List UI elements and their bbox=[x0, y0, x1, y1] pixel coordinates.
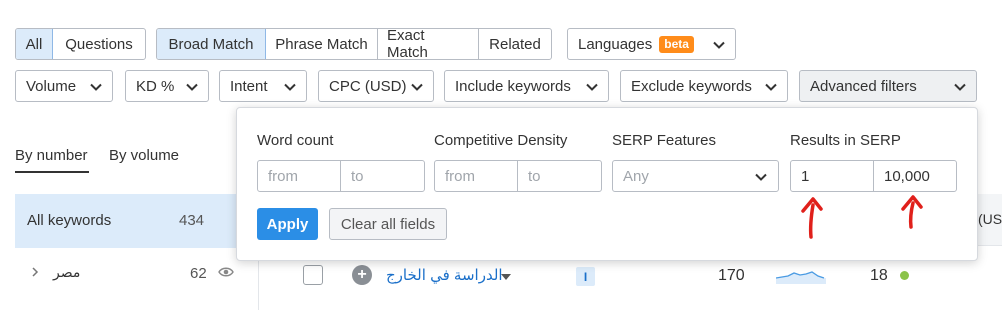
chevron-down-icon bbox=[90, 83, 102, 91]
intent-filter[interactable]: Intent bbox=[219, 70, 307, 102]
cpc-filter[interactable]: CPC (USD) bbox=[318, 70, 434, 102]
tab-related[interactable]: Related bbox=[479, 29, 551, 59]
advanced-filters-dropdown[interactable]: Advanced filters bbox=[799, 70, 977, 102]
chevron-down-icon bbox=[284, 83, 296, 91]
annotation-arrow-icon bbox=[801, 197, 823, 239]
intent-badge: I bbox=[576, 267, 595, 286]
active-tab-underline bbox=[15, 171, 89, 173]
tab-phrase-match[interactable]: Phrase Match bbox=[266, 29, 378, 59]
sidebar-item-group[interactable]: مصر 62 bbox=[15, 250, 249, 310]
volume-filter-label: Volume bbox=[26, 77, 77, 95]
include-keywords-filter[interactable]: Include keywords bbox=[444, 70, 609, 102]
sidebar-item-all-keywords[interactable]: All keywords 434 bbox=[15, 194, 249, 248]
kd-filter-label: KD % bbox=[136, 77, 175, 95]
word-count-label: Word count bbox=[257, 132, 334, 149]
sidebar-item-count: 62 bbox=[190, 265, 207, 282]
exclude-keywords-filter[interactable]: Exclude keywords bbox=[620, 70, 788, 102]
languages-label: Languages bbox=[578, 35, 653, 53]
tab-broad-match[interactable]: Broad Match bbox=[157, 29, 266, 59]
serp-features-label: SERP Features bbox=[612, 132, 716, 149]
tab-exact-match[interactable]: Exact Match bbox=[378, 29, 479, 59]
sidebar-item-count: 434 bbox=[179, 212, 205, 229]
trend-sparkline bbox=[776, 271, 826, 284]
competitive-density-from-input[interactable]: from bbox=[434, 160, 518, 192]
caret-down-icon[interactable] bbox=[500, 273, 512, 281]
kd-filter[interactable]: KD % bbox=[125, 70, 209, 102]
serp-features-select[interactable]: Any bbox=[612, 160, 779, 192]
kd-value: 18 bbox=[870, 267, 888, 284]
word-count-from-input[interactable]: from bbox=[257, 160, 341, 192]
competitive-density-to-input[interactable]: to bbox=[517, 160, 602, 192]
competitive-density-label: Competitive Density bbox=[434, 132, 568, 149]
add-keyword-icon[interactable]: + bbox=[352, 265, 372, 285]
tab-by-volume[interactable]: By volume bbox=[109, 147, 179, 164]
tab-by-number[interactable]: By number bbox=[15, 147, 88, 164]
chevron-down-icon bbox=[411, 83, 423, 91]
chevron-up-icon bbox=[954, 83, 966, 91]
chevron-down-icon bbox=[586, 83, 598, 91]
exclude-keywords-label: Exclude keywords bbox=[631, 77, 752, 95]
beta-badge: beta bbox=[659, 35, 694, 53]
annotation-arrow-icon bbox=[901, 195, 923, 229]
results-in-serp-from-input[interactable]: 1 bbox=[790, 160, 874, 192]
row-checkbox[interactable] bbox=[303, 265, 323, 285]
sidebar-item-label: All keywords bbox=[27, 212, 112, 229]
volume-value: 170 bbox=[718, 267, 745, 284]
match-scope-tabs: All Questions bbox=[15, 28, 146, 60]
apply-button[interactable]: Apply bbox=[257, 208, 318, 240]
match-type-tabs: Broad Match Phrase Match Exact Match Rel… bbox=[156, 28, 552, 60]
languages-dropdown[interactable]: Languages beta bbox=[567, 28, 736, 60]
eye-icon[interactable] bbox=[218, 266, 234, 278]
word-count-to-input[interactable]: to bbox=[340, 160, 425, 192]
advanced-filters-panel: Word count from to Competitive Density f… bbox=[236, 107, 978, 261]
cpc-filter-label: CPC (USD) bbox=[329, 77, 407, 95]
tab-questions[interactable]: Questions bbox=[53, 29, 145, 59]
serp-features-value: Any bbox=[623, 167, 649, 185]
advanced-filters-label: Advanced filters bbox=[810, 77, 917, 95]
results-in-serp-label: Results in SERP bbox=[790, 132, 901, 149]
chevron-down-icon bbox=[186, 83, 198, 91]
include-keywords-label: Include keywords bbox=[455, 77, 571, 95]
kd-indicator-dot bbox=[900, 271, 909, 280]
sidebar-item-label: مصر bbox=[53, 264, 81, 280]
chevron-right-icon bbox=[32, 267, 39, 277]
clear-all-fields-button[interactable]: Clear all fields bbox=[329, 208, 447, 240]
keyword-link[interactable]: الدراسة في الخارج bbox=[386, 266, 503, 284]
chevron-down-icon bbox=[755, 173, 767, 181]
intent-filter-label: Intent bbox=[230, 77, 268, 95]
chevron-down-icon bbox=[713, 41, 725, 49]
results-in-serp-to-input[interactable]: 10,000 bbox=[873, 160, 957, 192]
cpc-column-header[interactable]: (US bbox=[978, 211, 1002, 227]
tab-all[interactable]: All bbox=[16, 29, 53, 59]
volume-filter[interactable]: Volume bbox=[15, 70, 113, 102]
chevron-down-icon bbox=[765, 83, 777, 91]
